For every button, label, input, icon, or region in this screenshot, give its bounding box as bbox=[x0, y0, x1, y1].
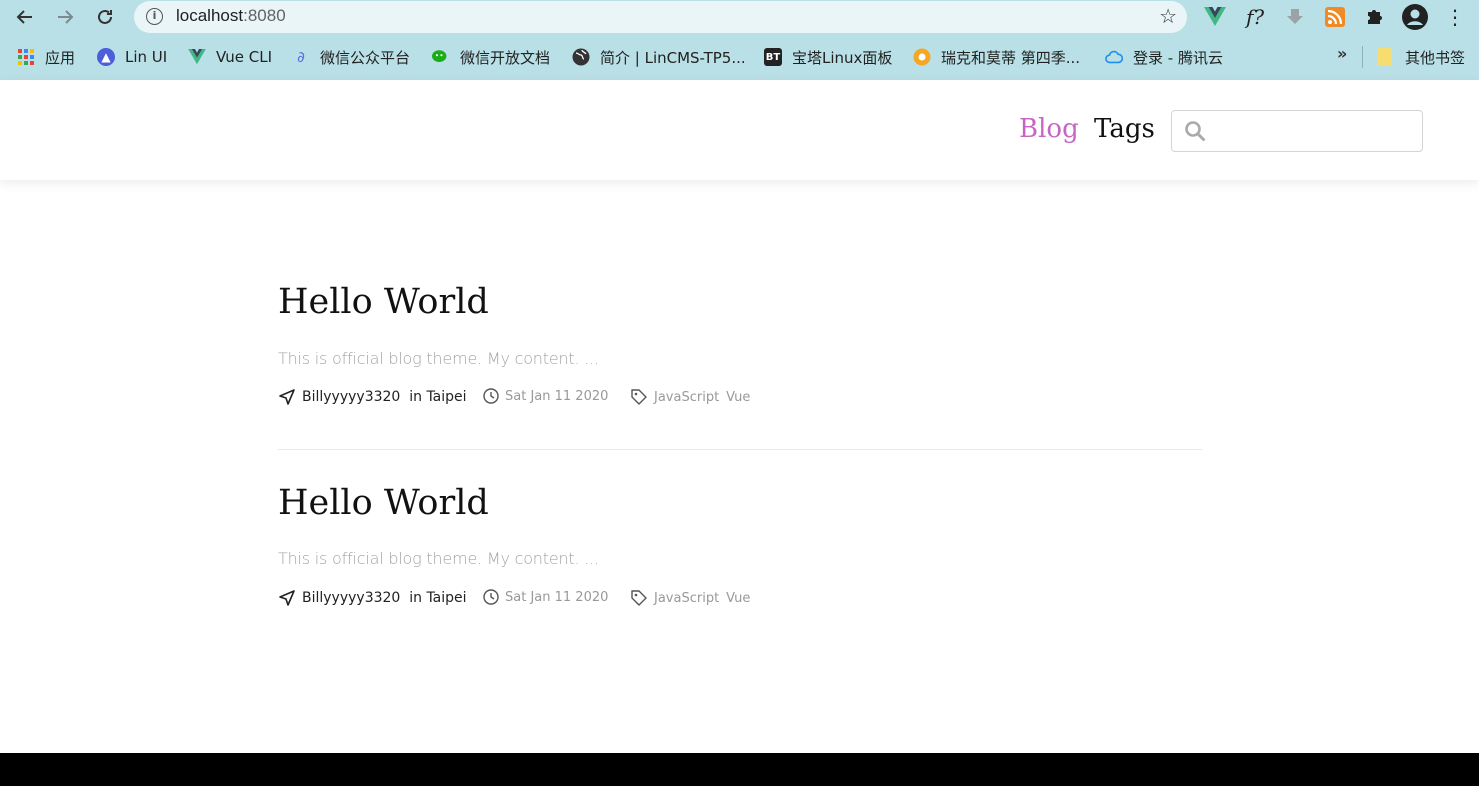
bookmarks-bar: 应用 ▲ Lin UI Vue CLI ∂ 微信公众平台 微信开放文档 简介 |… bbox=[0, 40, 1479, 74]
bookmark-bt-panel[interactable]: BT 宝塔Linux面板 bbox=[764, 46, 892, 68]
bookmark-label: 简介 | LinCMS-TP5... bbox=[600, 48, 746, 67]
taskbar-strip bbox=[0, 753, 1479, 786]
site-info-icon[interactable]: i bbox=[146, 8, 163, 25]
post-date-text: Sat Jan 11 2020 bbox=[505, 589, 609, 605]
post-date-text: Sat Jan 11 2020 bbox=[505, 388, 609, 404]
post-divider bbox=[278, 449, 1202, 450]
rss-icon[interactable] bbox=[1322, 4, 1348, 30]
apps-grid-icon bbox=[17, 48, 35, 66]
bookmark-label: Lin UI bbox=[125, 48, 168, 66]
forward-button[interactable] bbox=[51, 3, 79, 31]
bookmarks-more-button[interactable]: » bbox=[1337, 44, 1347, 63]
reload-icon bbox=[98, 9, 112, 24]
bt-icon: BT bbox=[764, 48, 782, 66]
url-port: :8080 bbox=[243, 6, 286, 25]
post-author: Billyyyyy3320 in Taipei bbox=[278, 589, 467, 607]
search-icon bbox=[1184, 120, 1206, 146]
post-item: Hello World This is official blog theme.… bbox=[278, 282, 1202, 405]
bookmark-label: Vue CLI bbox=[216, 48, 273, 66]
video-icon bbox=[913, 48, 931, 66]
clock-icon bbox=[483, 589, 499, 605]
bookmark-label: 瑞克和莫蒂 第四季... bbox=[941, 48, 1081, 67]
link-icon: ∂ bbox=[297, 48, 305, 66]
nav-blog-link[interactable]: Blog bbox=[1019, 114, 1079, 144]
forward-arrow-icon bbox=[58, 10, 74, 24]
nav-tags-link[interactable]: Tags bbox=[1094, 114, 1155, 144]
post-tag[interactable]: Vue bbox=[726, 591, 750, 606]
tag-icon bbox=[631, 389, 647, 405]
bookmark-vue-cli[interactable]: Vue CLI bbox=[188, 46, 272, 68]
cloud-icon bbox=[1105, 48, 1123, 66]
post-item: Hello World This is official blog theme.… bbox=[278, 483, 1202, 606]
lin-ui-icon: ▲ bbox=[97, 48, 115, 66]
bookmark-star-icon[interactable]: ☆ bbox=[1159, 4, 1177, 28]
post-excerpt: This is official blog theme. My content.… bbox=[278, 549, 599, 568]
post-tags: JavaScript Vue bbox=[630, 388, 757, 406]
browser-chrome: i localhost:8080 ☆ f? ⋮ 应用 ▲ Lin UI Vue … bbox=[0, 0, 1479, 80]
post-tag[interactable]: JavaScript bbox=[654, 591, 719, 606]
profile-avatar-icon[interactable] bbox=[1402, 4, 1428, 30]
other-bookmarks-label: 其他书签 bbox=[1405, 48, 1466, 67]
back-button[interactable] bbox=[11, 3, 39, 31]
folder-icon bbox=[1377, 48, 1392, 66]
url-text: localhost:8080 bbox=[176, 6, 286, 26]
site-header: Blog Tags bbox=[0, 80, 1479, 180]
bookmark-tencent-cloud[interactable]: 登录 - 腾讯云 bbox=[1105, 46, 1223, 68]
vue-devtools-icon[interactable] bbox=[1202, 4, 1228, 30]
post-excerpt: This is official blog theme. My content.… bbox=[278, 349, 599, 368]
post-date: Sat Jan 11 2020 bbox=[483, 388, 608, 404]
bookmark-wechat-mp[interactable]: ∂ 微信公众平台 bbox=[292, 46, 410, 68]
vue-icon bbox=[188, 48, 206, 66]
post-title[interactable]: Hello World bbox=[278, 282, 1202, 322]
post-date: Sat Jan 11 2020 bbox=[483, 589, 608, 605]
bookmark-label: 微信公众平台 bbox=[320, 48, 411, 67]
download-extension-icon[interactable] bbox=[1282, 4, 1308, 30]
bookmark-label: 宝塔Linux面板 bbox=[792, 48, 893, 67]
navigation-arrow-icon bbox=[279, 590, 295, 606]
post-author: Billyyyyy3320 in Taipei bbox=[278, 388, 467, 406]
browser-toolbar: i localhost:8080 ☆ f? ⋮ bbox=[0, 0, 1479, 34]
globe-icon bbox=[572, 48, 590, 66]
tag-icon bbox=[631, 590, 647, 606]
other-bookmarks-folder[interactable]: 其他书签 bbox=[1377, 46, 1465, 68]
navigation-arrow-icon bbox=[279, 389, 295, 405]
bookmark-label: 微信开放文档 bbox=[460, 48, 551, 67]
post-tags: JavaScript Vue bbox=[630, 589, 757, 607]
post-author-text: Billyyyyy3320 in Taipei bbox=[302, 590, 467, 606]
bookmarks-separator bbox=[1362, 46, 1363, 68]
reload-button[interactable] bbox=[91, 3, 119, 31]
wechat-icon bbox=[432, 48, 450, 66]
url-host: localhost bbox=[176, 6, 244, 25]
search-input[interactable] bbox=[1212, 117, 1412, 145]
browser-menu-icon[interactable]: ⋮ bbox=[1442, 4, 1468, 30]
extensions-puzzle-icon[interactable] bbox=[1362, 4, 1388, 30]
address-bar[interactable]: i localhost:8080 ☆ bbox=[134, 1, 1187, 33]
bookmark-label: 应用 bbox=[45, 48, 76, 67]
bookmark-apps[interactable]: 应用 bbox=[17, 46, 75, 68]
bookmark-rick-morty[interactable]: 瑞克和莫蒂 第四季... bbox=[913, 46, 1080, 68]
formula-extension-icon[interactable]: f? bbox=[1242, 4, 1268, 30]
bookmark-wechat-docs[interactable]: 微信开放文档 bbox=[432, 46, 550, 68]
bookmark-label: 登录 - 腾讯云 bbox=[1133, 48, 1223, 67]
search-box[interactable] bbox=[1171, 110, 1423, 152]
post-author-text: Billyyyyy3320 in Taipei bbox=[302, 389, 467, 405]
post-title[interactable]: Hello World bbox=[278, 483, 1202, 523]
back-arrow-icon bbox=[16, 10, 32, 24]
bookmark-lincms[interactable]: 简介 | LinCMS-TP5... bbox=[572, 46, 746, 68]
bookmark-lin-ui[interactable]: ▲ Lin UI bbox=[97, 46, 167, 68]
post-tag[interactable]: Vue bbox=[726, 390, 750, 405]
clock-icon bbox=[483, 388, 499, 404]
post-tag[interactable]: JavaScript bbox=[654, 390, 719, 405]
